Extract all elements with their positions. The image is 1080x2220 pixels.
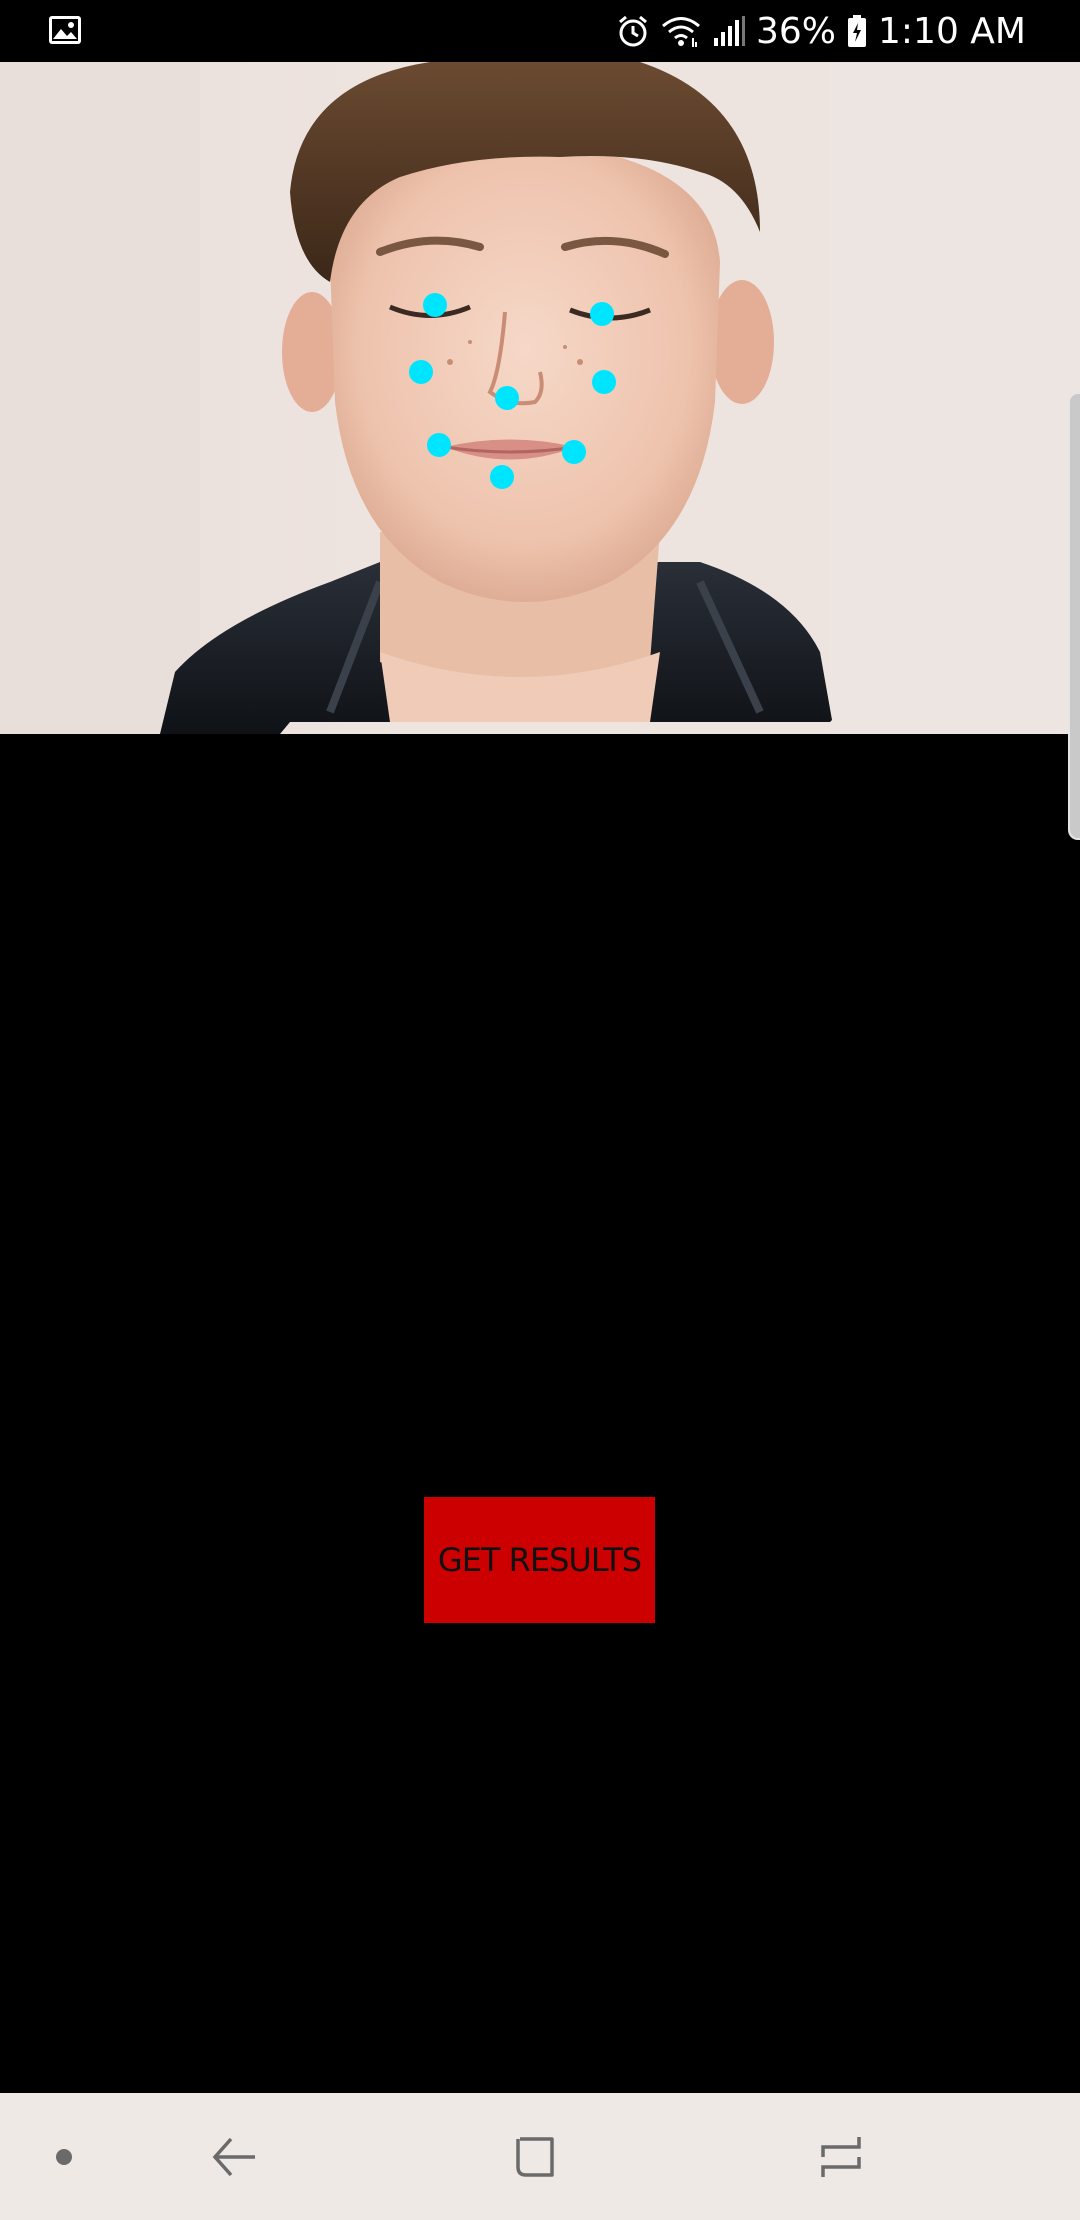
dot-icon xyxy=(56,2149,72,2165)
landmark-right-eye xyxy=(590,302,614,326)
battery-percent: 36% xyxy=(756,10,837,52)
gallery-icon xyxy=(49,16,81,44)
clock: 1:10 AM xyxy=(878,10,1026,52)
home-icon xyxy=(516,2137,554,2177)
wifi-icon xyxy=(662,17,700,47)
landmark-left-eye xyxy=(423,293,447,317)
back-icon xyxy=(212,2137,255,2177)
battery-charging-icon xyxy=(848,15,867,47)
navigation-bar xyxy=(0,2093,1080,2220)
get-results-button[interactable]: GET RESULTS xyxy=(424,1497,655,1623)
nav-dot-button[interactable] xyxy=(40,2127,88,2187)
landmark-left-cheek xyxy=(409,360,433,384)
status-bar: 36% 1:10 AM xyxy=(0,0,1080,62)
status-icons: 36% 1:10 AM xyxy=(616,0,1026,62)
scroll-handle[interactable] xyxy=(1068,392,1080,840)
home-button[interactable] xyxy=(500,2123,570,2191)
landmark-right-cheek xyxy=(592,370,616,394)
landmark-nose-tip xyxy=(495,386,519,410)
face-image xyxy=(0,62,1080,734)
signal-icon xyxy=(714,16,745,46)
recents-icon xyxy=(821,2137,861,2177)
landmark-mouth-right xyxy=(562,440,586,464)
landmark-mouth-left xyxy=(427,433,451,457)
landmark-chin xyxy=(490,465,514,489)
face-photo xyxy=(0,62,1080,734)
back-button[interactable] xyxy=(200,2123,270,2191)
recents-button[interactable] xyxy=(806,2123,876,2191)
alarm-icon xyxy=(619,15,647,47)
